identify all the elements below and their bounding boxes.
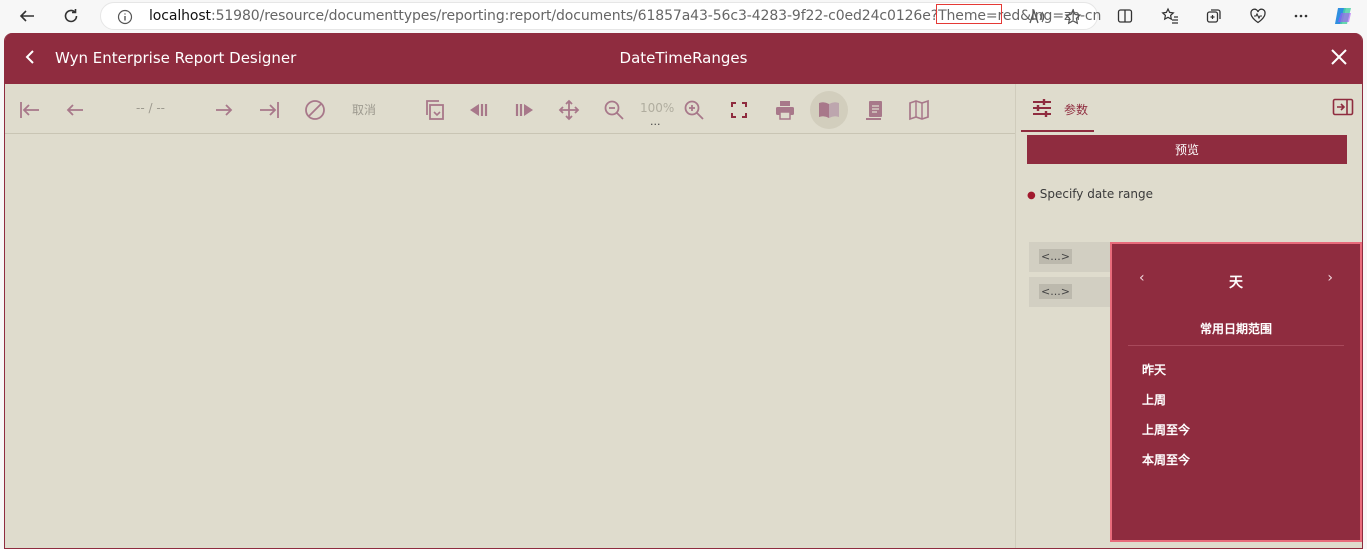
zoom-in-icon xyxy=(684,100,704,120)
next-unit-button[interactable]: › xyxy=(1327,270,1333,286)
fullscreen-button[interactable] xyxy=(726,97,752,123)
browser-toolbar: localhost:51980/resource/documenttypes/r… xyxy=(0,0,1367,33)
app-header: Wyn Enterprise Report Designer DateTimeR… xyxy=(5,33,1362,84)
split-screen-icon[interactable] xyxy=(1112,4,1138,28)
more-menu-icon[interactable] xyxy=(1288,4,1314,28)
browser-essentials-icon[interactable] xyxy=(1245,4,1271,28)
to-value: <...> xyxy=(1039,284,1072,299)
url-highlight-box xyxy=(936,4,1002,24)
read-aloud-icon[interactable] xyxy=(1026,7,1048,27)
date-range-to-field[interactable]: <...> xyxy=(1029,277,1119,307)
range-option[interactable]: 上周至今 xyxy=(1142,421,1190,438)
galley-mode-button[interactable] xyxy=(810,91,848,129)
zoom-menu-dots[interactable]: ... xyxy=(650,115,661,128)
panel-collapse-icon xyxy=(1332,98,1354,116)
copilot-icon[interactable] xyxy=(1330,4,1356,28)
skip-forward-icon xyxy=(515,104,533,116)
refresh-icon xyxy=(64,9,78,23)
tab-parameters[interactable]: 参数 xyxy=(1021,84,1094,132)
range-option[interactable]: 上周 xyxy=(1142,391,1166,408)
page-indicator[interactable]: -- / -- xyxy=(136,101,165,115)
zoom-out-button[interactable] xyxy=(601,97,627,123)
previous-page-button[interactable] xyxy=(62,97,88,123)
zoom-out-icon xyxy=(604,100,624,120)
close-button[interactable] xyxy=(1330,48,1348,70)
pan-button[interactable] xyxy=(556,97,582,123)
book-icon xyxy=(819,102,839,118)
print-button[interactable] xyxy=(772,97,798,123)
last-page-icon xyxy=(260,102,279,118)
arrow-right-icon xyxy=(216,104,233,116)
range-option[interactable]: 本周至今 xyxy=(1142,451,1190,468)
document-title: DateTimeRanges xyxy=(619,49,748,67)
cancel-icon xyxy=(305,100,325,120)
favorite-star-icon[interactable] xyxy=(1062,7,1084,27)
last-page-button[interactable] xyxy=(256,97,282,123)
fullscreen-icon xyxy=(731,102,747,118)
common-ranges-heading: 常用日期范围 xyxy=(1128,320,1344,346)
parameter-label: ● Specify date range xyxy=(1027,187,1153,201)
close-icon xyxy=(1331,49,1347,65)
skip-back-icon xyxy=(470,104,488,116)
arrow-left-icon xyxy=(66,104,83,116)
range-option[interactable]: 昨天 xyxy=(1142,361,1166,378)
browser-refresh-button[interactable] xyxy=(58,4,84,28)
map-view-button[interactable] xyxy=(906,97,932,123)
export-icon xyxy=(426,100,444,120)
browser-back-button[interactable] xyxy=(14,4,40,28)
report-canvas xyxy=(5,134,1015,548)
export-button[interactable] xyxy=(422,97,448,123)
first-page-button[interactable] xyxy=(17,97,43,123)
zoom-level[interactable]: 100% xyxy=(640,101,674,115)
range-unit-label: 天 xyxy=(1229,275,1243,291)
next-page-button[interactable] xyxy=(211,97,237,123)
collections-icon[interactable] xyxy=(1201,4,1227,28)
zoom-in-button[interactable] xyxy=(681,97,707,123)
collapse-panel-button[interactable] xyxy=(1332,98,1354,120)
backward-button[interactable] xyxy=(466,97,492,123)
sliders-icon xyxy=(1031,99,1053,121)
address-bar[interactable]: localhost:51980/resource/documenttypes/r… xyxy=(100,2,1101,30)
from-value: <...> xyxy=(1039,249,1072,264)
date-range-popup: ‹ 天 › 常用日期范围 昨天 上周 上周至今 本周至今 xyxy=(1110,242,1362,542)
cancel-render-button[interactable] xyxy=(302,97,328,123)
tab-parameters-label: 参数 xyxy=(1064,103,1089,117)
site-info-icon[interactable] xyxy=(117,9,133,29)
preview-button[interactable]: 预览 xyxy=(1027,135,1347,164)
forward-button[interactable] xyxy=(511,97,537,123)
favorites-icon[interactable] xyxy=(1157,4,1183,28)
first-page-icon xyxy=(20,102,39,118)
viewer-toolbar: -- / -- 取消 100% ... xyxy=(5,84,1015,134)
arrow-left-icon xyxy=(19,10,34,22)
required-dot-icon: ● xyxy=(1027,190,1036,201)
continuous-view-button[interactable] xyxy=(862,97,888,123)
move-icon xyxy=(558,99,580,121)
cancel-label[interactable]: 取消 xyxy=(352,101,376,118)
map-icon xyxy=(909,99,929,121)
print-icon xyxy=(776,101,794,120)
scroll-icon xyxy=(866,101,882,120)
